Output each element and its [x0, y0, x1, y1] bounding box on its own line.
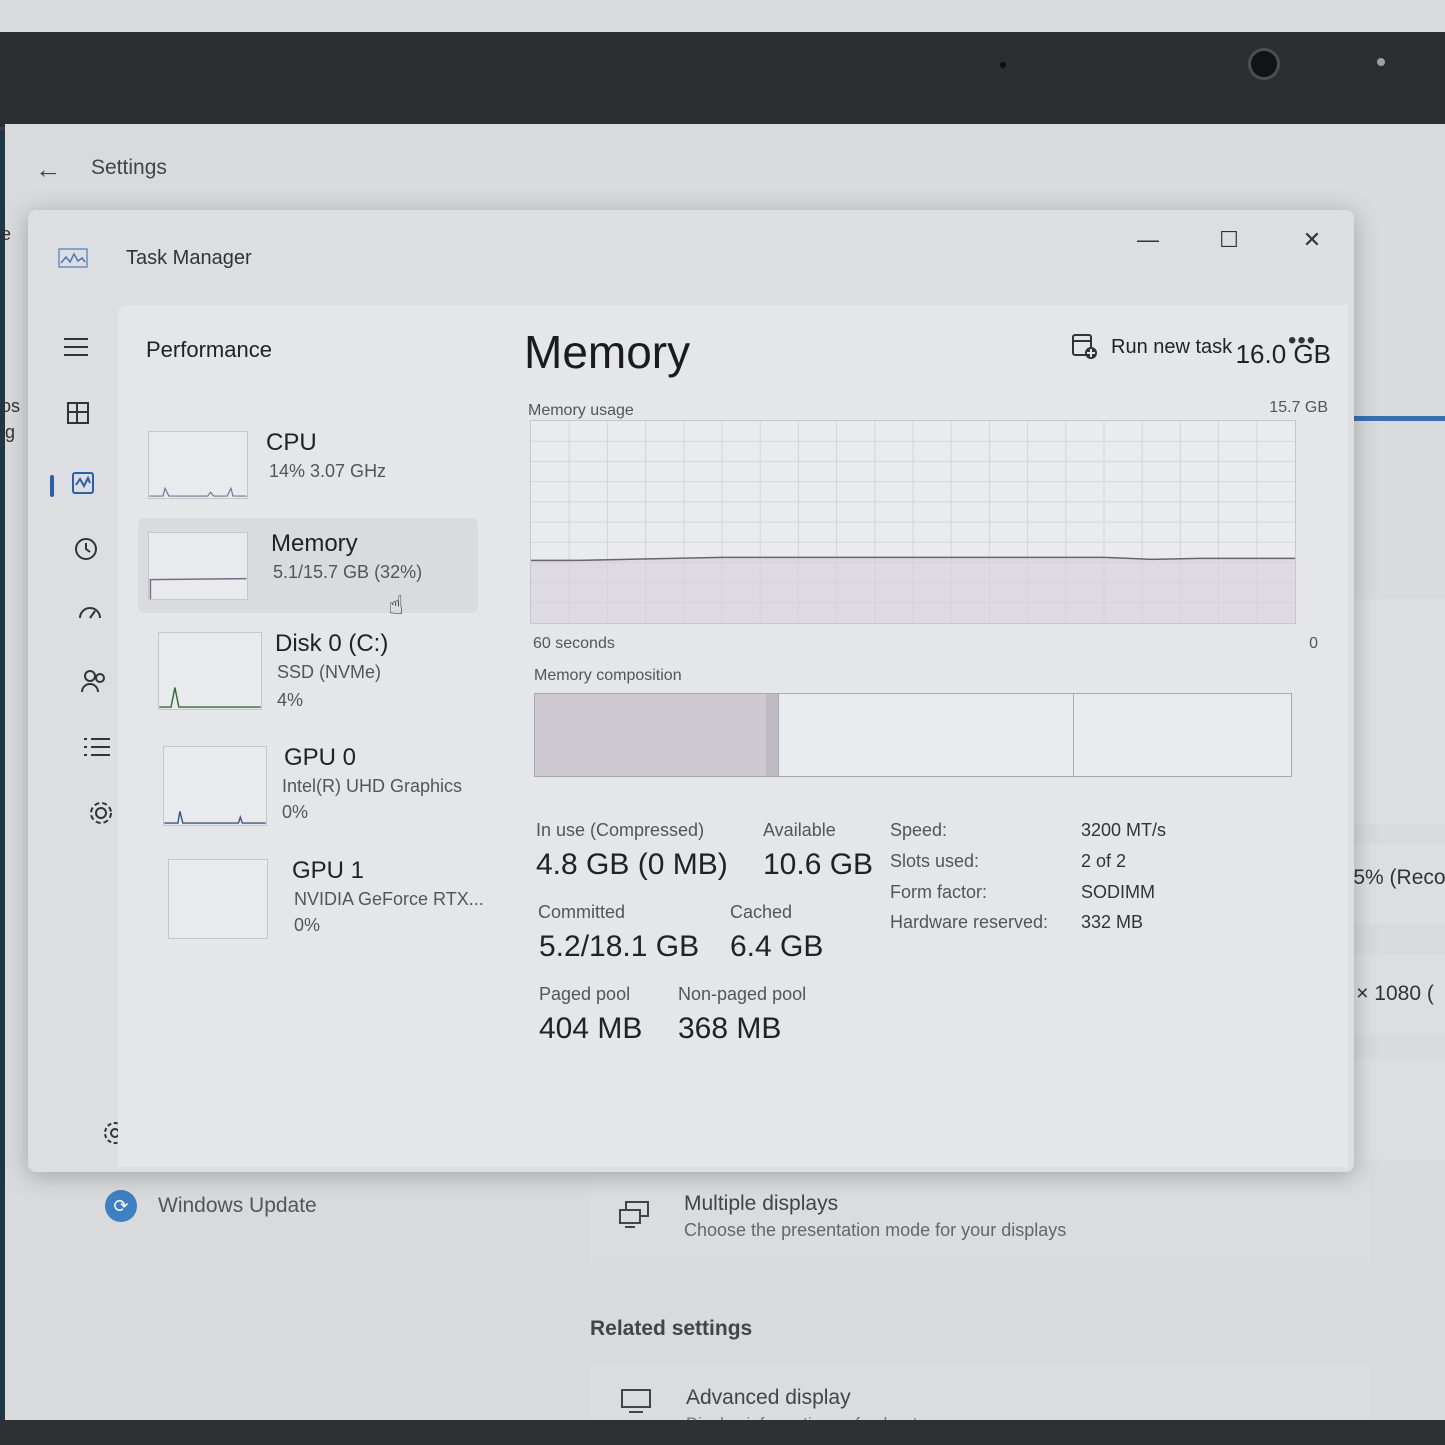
- camera-led: [1377, 58, 1385, 66]
- performance-icon[interactable]: [63, 463, 103, 503]
- committed-value: 5.2/18.1 GB: [539, 930, 700, 963]
- back-arrow-icon[interactable]: ←: [35, 154, 61, 185]
- settings-sidebar-fragment: e: [1, 224, 12, 244]
- multiple-displays-subtitle: Choose the presentation mode for your di…: [684, 1220, 1067, 1240]
- memory-heading: Memory: [524, 326, 691, 378]
- paged-pool-label: Paged pool: [539, 984, 631, 1004]
- memory-usage-max: 15.7 GB: [1269, 399, 1328, 416]
- resource-cpu[interactable]: CPU 14% 3.07 GHz: [138, 417, 478, 512]
- multiple-displays-icon: [619, 1201, 649, 1228]
- settings-sidebar-fragment: lg: [1, 422, 16, 442]
- cpu-thumbnail-graph: [148, 431, 248, 499]
- multiple-displays-card[interactable]: Multiple displays Choose the presentatio…: [590, 1174, 1370, 1262]
- slots-key: Slots used:: [890, 851, 980, 871]
- cached-label: Cached: [730, 902, 793, 922]
- resource-name: GPU 1: [292, 857, 365, 884]
- windows-update-icon: ⟳: [105, 1190, 137, 1222]
- committed-label: Committed: [538, 902, 626, 922]
- webcam: [1248, 48, 1280, 80]
- multiple-displays-title: Multiple displays: [684, 1192, 839, 1215]
- resource-name: Memory: [271, 530, 358, 557]
- memory-total: 16.0 GB: [1235, 339, 1331, 369]
- paged-pool-value: 404 MB: [539, 1012, 643, 1045]
- services-icon[interactable]: [81, 793, 121, 833]
- task-manager-window: Task Manager — ☐ ✕ Performance Run new t…: [28, 210, 1354, 1172]
- processes-icon[interactable]: [58, 393, 98, 433]
- advanced-display-title: Advanced display: [686, 1386, 851, 1409]
- form-factor-value: SODIMM: [1081, 882, 1155, 902]
- resource-memory[interactable]: Memory 5.1/15.7 GB (32%) ☝: [138, 518, 478, 620]
- cached-value: 6.4 GB: [730, 930, 824, 963]
- resource-stat: SSD (NVMe): [277, 662, 382, 682]
- close-button[interactable]: ✕: [1277, 220, 1347, 260]
- memory-composition-label: Memory composition: [534, 667, 682, 684]
- app-history-icon[interactable]: [66, 529, 106, 569]
- hardware-reserved-value: 332 MB: [1081, 912, 1144, 932]
- resource-name: Disk 0 (C:): [275, 630, 389, 657]
- composition-divider: [778, 694, 780, 776]
- in-use-value: 4.8 GB (0 MB): [536, 848, 728, 881]
- laptop-bezel: [0, 32, 1445, 127]
- resource-gpu1[interactable]: GPU 1 NVIDIA GeForce RTX... 0%: [138, 845, 484, 940]
- resource-disk[interactable]: Disk 0 (C:) SSD (NVMe) 4%: [138, 618, 478, 713]
- speed-key: Speed:: [890, 820, 948, 840]
- sensor-dot: [1000, 62, 1006, 68]
- monitor-icon: [621, 1389, 651, 1413]
- advanced-display-card[interactable]: Advanced display Display information, re…: [590, 1364, 1370, 1433]
- settings-title: Settings: [91, 156, 167, 179]
- nav-active-indicator: [50, 475, 54, 497]
- memory-usage-graph: [530, 420, 1296, 624]
- settings-sidebar-fragment: os: [1, 396, 21, 416]
- page-title: Performance: [146, 337, 272, 362]
- task-manager-logo-icon: [58, 248, 88, 268]
- in-use-label: In use (Compressed): [536, 820, 705, 840]
- form-factor-key: Form factor:: [890, 882, 988, 902]
- resource-stat: 5.1/15.7 GB (32%): [273, 562, 423, 582]
- run-new-task-button[interactable]: Run new task: [1071, 329, 1232, 365]
- disk-thumbnail-graph: [158, 632, 262, 710]
- startup-apps-icon[interactable]: [70, 595, 110, 635]
- minimize-button[interactable]: —: [1113, 220, 1183, 260]
- resource-stat: NVIDIA GeForce RTX...: [294, 889, 484, 909]
- memory-composition-bar: [534, 693, 1292, 777]
- memory-usage-label: Memory usage: [528, 402, 634, 419]
- resource-name: CPU: [266, 429, 317, 456]
- available-value: 10.6 GB: [763, 848, 874, 881]
- nonpaged-pool-value: 368 MB: [678, 1012, 782, 1045]
- speed-value: 3200 MT/s: [1081, 820, 1167, 840]
- performance-content: Performance Run new task ••• CPU 14% 3.0…: [118, 305, 1348, 1167]
- task-manager-title: Task Manager: [126, 247, 252, 269]
- laptop-bottom-bezel: [0, 1420, 1445, 1445]
- resource-gpu0[interactable]: GPU 0 Intel(R) UHD Graphics 0%: [138, 732, 478, 827]
- resource-stat: 0%: [294, 915, 321, 935]
- memory-thumbnail-graph: [148, 532, 248, 600]
- composition-in-use: [535, 694, 766, 776]
- hamburger-icon[interactable]: [56, 327, 96, 367]
- related-settings-heading: Related settings: [590, 1317, 753, 1340]
- slots-value: 2 of 2: [1081, 851, 1127, 871]
- nav-rail: [28, 305, 126, 1172]
- resource-stat: 0%: [282, 802, 309, 822]
- graph-time-left: 60 seconds: [533, 635, 615, 652]
- resource-name: GPU 0: [284, 744, 357, 771]
- composition-modified: [765, 694, 779, 776]
- hardware-reserved-key: Hardware reserved:: [890, 912, 1049, 932]
- sidebar-item-windows-update[interactable]: Windows Update: [158, 1194, 317, 1218]
- hand-cursor-icon: ☝: [388, 590, 404, 620]
- nonpaged-pool-label: Non-paged pool: [678, 984, 807, 1004]
- maximize-button[interactable]: ☐: [1194, 220, 1264, 260]
- gpu1-thumbnail-graph: [168, 859, 268, 939]
- users-icon[interactable]: [74, 661, 114, 701]
- resource-stat: 4%: [277, 690, 304, 710]
- composition-divider: [1073, 694, 1075, 776]
- resource-stat: Intel(R) UHD Graphics: [282, 776, 463, 796]
- available-label: Available: [763, 820, 836, 840]
- details-icon[interactable]: [77, 727, 117, 767]
- settings-accent-line: [1348, 416, 1445, 421]
- gpu0-thumbnail-graph: [163, 746, 267, 826]
- graph-time-right: 0: [1309, 635, 1318, 652]
- run-new-task-label: Run new task: [1111, 335, 1233, 358]
- run-task-icon: [1072, 334, 1097, 359]
- resource-stat: 14% 3.07 GHz: [269, 461, 387, 481]
